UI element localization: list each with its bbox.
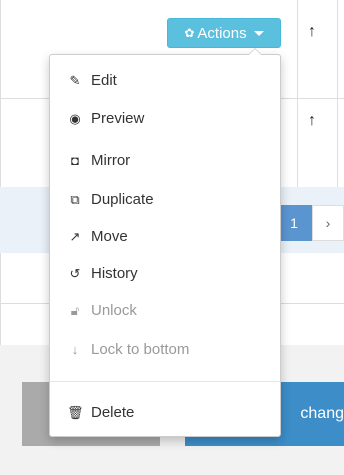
menu-item-history[interactable]: ↺ History [50, 258, 280, 288]
chevron-right-icon: › [325, 215, 331, 231]
pagination-next-button[interactable]: › [312, 205, 344, 241]
menu-item-edit[interactable]: ✎ Edit [50, 65, 280, 95]
actions-dropdown-menu: ✎ Edit ◉ Preview ◘ Mirror ⧉ Duplicate ↗ … [49, 48, 281, 437]
duplicate-icon: ⧉ [70, 191, 80, 207]
menu-item-unlock[interactable]: 🔓︎ Unlock [50, 295, 280, 325]
pagination-page-active[interactable]: 1 [276, 205, 312, 241]
menu-item-label: Unlock [91, 301, 137, 319]
edit-icon: ✎ [69, 72, 81, 88]
eye-icon: ◉ [69, 110, 81, 126]
menu-item-label: Lock to bottom [91, 340, 190, 358]
actions-dropdown-button[interactable]: ✿ Actions [167, 18, 281, 48]
menu-item-label: Duplicate [91, 190, 154, 208]
actions-button-label: Actions [197, 24, 247, 42]
menu-item-lock-to-bottom[interactable]: ↓ Lock to bottom [50, 334, 280, 364]
mirror-icon: ◘ [71, 152, 79, 168]
menu-item-duplicate[interactable]: ⧉ Duplicate [50, 184, 280, 214]
arrow-down-icon: ↓ [71, 341, 79, 357]
menu-item-label: Delete [91, 403, 135, 421]
menu-item-mirror[interactable]: ◘ Mirror [50, 145, 280, 175]
column-divider [337, 0, 338, 187]
menu-item-label: Mirror [91, 151, 131, 169]
menu-divider [50, 381, 280, 382]
external-link-icon: ↗ [69, 228, 81, 244]
menu-item-label: History [91, 264, 138, 282]
menu-item-label: Preview [91, 109, 145, 127]
menu-item-label: Edit [91, 71, 117, 89]
menu-item-label: Move [91, 227, 128, 245]
history-icon: ↺ [69, 265, 81, 281]
caret-down-icon [253, 30, 264, 36]
trash-icon: 🗑︎ [67, 404, 84, 420]
lock-icon: 🔓︎ [70, 302, 80, 318]
menu-item-preview[interactable]: ◉ Preview [50, 103, 280, 133]
move-up-icon[interactable]: ↑ [305, 24, 319, 40]
column-divider [297, 0, 298, 187]
gear-icon: ✿ [184, 26, 195, 40]
move-up-icon[interactable]: ↑ [305, 113, 319, 129]
menu-item-delete[interactable]: 🗑︎ Delete [50, 397, 280, 427]
save-button-label: chang [300, 405, 344, 422]
menu-item-move[interactable]: ↗ Move [50, 221, 280, 251]
